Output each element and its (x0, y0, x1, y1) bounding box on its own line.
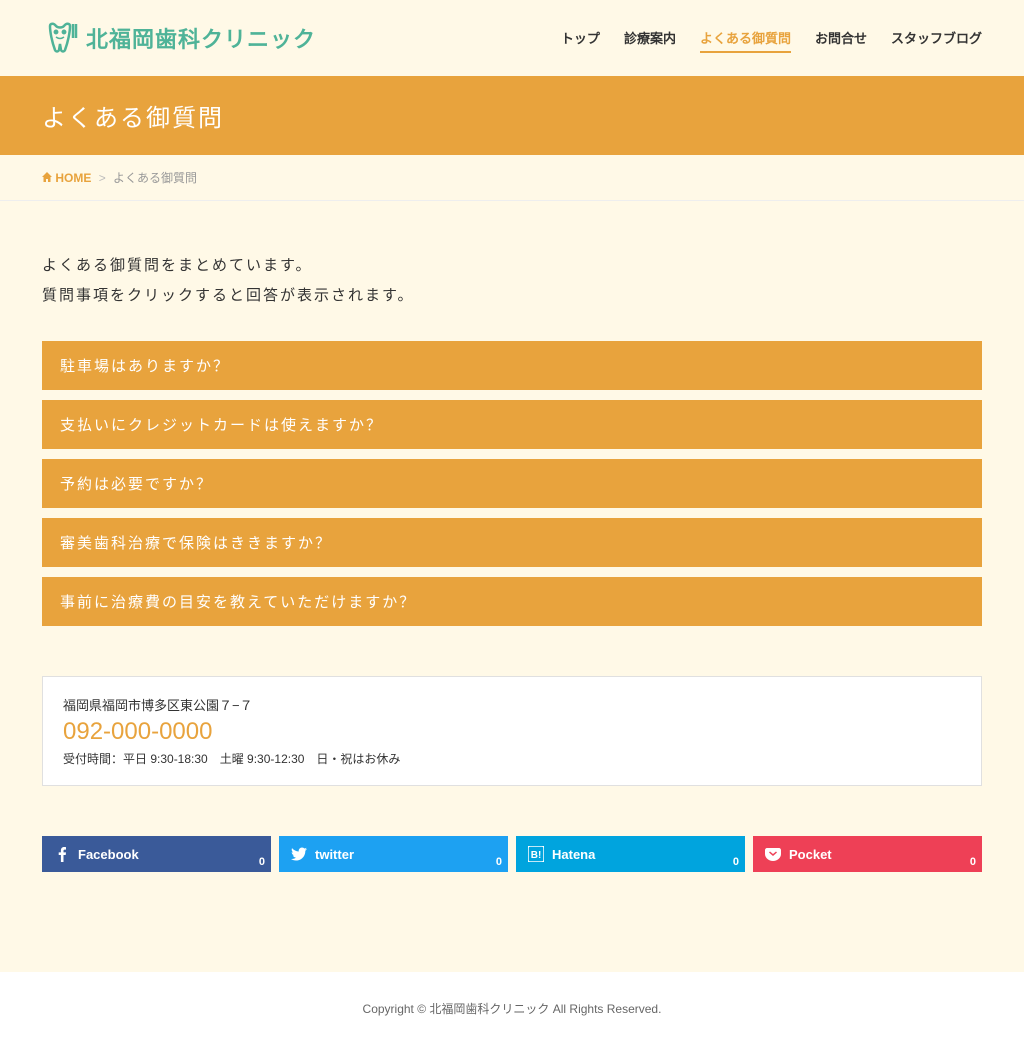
faq-list: 駐車場はありますか？ 支払いにクレジットカードは使えますか？ 予約は必要ですか？… (42, 341, 982, 626)
twitter-share-button[interactable]: twitter 0 (279, 836, 508, 872)
faq-item[interactable]: 駐車場はありますか？ (42, 341, 982, 390)
intro-line-1: よくある御質問をまとめています。 (42, 251, 982, 281)
breadcrumb-separator: > (99, 171, 106, 185)
breadcrumb-current: よくある御質問 (113, 171, 197, 185)
contact-box: 福岡県福岡市博多区東公園７−７ 092-000-0000 受付時間：平日 9:3… (42, 676, 982, 786)
social-share-row: Facebook 0 twitter 0 B! Hatena 0 Pocket … (42, 836, 982, 872)
facebook-count: 0 (259, 856, 265, 868)
intro-line-2: 質問事項をクリックすると回答が表示されます。 (42, 281, 982, 311)
twitter-count: 0 (496, 856, 502, 868)
faq-item[interactable]: 支払いにクレジットカードは使えますか？ (42, 400, 982, 449)
breadcrumb: HOME > よくある御質問 (42, 155, 982, 200)
hatena-label: Hatena (552, 847, 595, 862)
faq-item[interactable]: 予約は必要ですか？ (42, 459, 982, 508)
breadcrumb-home[interactable]: HOME (55, 171, 91, 185)
hatena-share-button[interactable]: B! Hatena 0 (516, 836, 745, 872)
main-nav: トップ 診療案内 よくある御質問 お問合せ スタッフブログ (561, 24, 982, 53)
nav-item-faq[interactable]: よくある御質問 (700, 24, 791, 53)
contact-address: 福岡県福岡市博多区東公園７−７ (63, 695, 961, 714)
intro-text: よくある御質問をまとめています。 質問事項をクリックすると回答が表示されます。 (42, 251, 982, 311)
nav-item-contact[interactable]: お問合せ (815, 24, 867, 53)
site-footer: Copyright © 北福岡歯科クリニック All Rights Reserv… (0, 972, 1024, 1045)
twitter-label: twitter (315, 847, 354, 862)
faq-item[interactable]: 事前に治療費の目安を教えていただけますか？ (42, 577, 982, 626)
logo-text: 北福岡歯科クリニック (86, 22, 316, 54)
facebook-share-button[interactable]: Facebook 0 (42, 836, 271, 872)
copyright-text: Copyright © 北福岡歯科クリニック All Rights Reserv… (363, 1002, 662, 1016)
home-icon (42, 171, 55, 185)
page-title: よくある御質問 (42, 98, 982, 133)
pocket-label: Pocket (789, 847, 832, 862)
facebook-icon (54, 846, 70, 862)
tooth-icon (42, 20, 78, 56)
breadcrumb-bar: HOME > よくある御質問 (0, 155, 1024, 201)
nav-item-blog[interactable]: スタッフブログ (891, 24, 982, 53)
nav-item-services[interactable]: 診療案内 (624, 24, 676, 53)
contact-phone: 092-000-0000 (63, 718, 961, 746)
pocket-share-button[interactable]: Pocket 0 (753, 836, 982, 872)
main-content: よくある御質問をまとめています。 質問事項をクリックすると回答が表示されます。 … (42, 201, 982, 912)
nav-item-top[interactable]: トップ (561, 24, 600, 53)
site-header: 北福岡歯科クリニック トップ 診療案内 よくある御質問 お問合せ スタッフブログ (0, 0, 1024, 76)
facebook-label: Facebook (78, 847, 139, 862)
faq-item[interactable]: 審美歯科治療で保険はききますか？ (42, 518, 982, 567)
pocket-count: 0 (970, 856, 976, 868)
twitter-icon (291, 846, 307, 862)
site-logo[interactable]: 北福岡歯科クリニック (42, 20, 316, 56)
page-title-bar: よくある御質問 (0, 76, 1024, 155)
hatena-icon: B! (528, 846, 544, 862)
contact-hours: 受付時間：平日 9:30-18:30 土曜 9:30-12:30 日・祝はお休み (63, 750, 961, 767)
svg-text:B!: B! (531, 850, 542, 861)
hatena-count: 0 (733, 856, 739, 868)
pocket-icon (765, 846, 781, 862)
